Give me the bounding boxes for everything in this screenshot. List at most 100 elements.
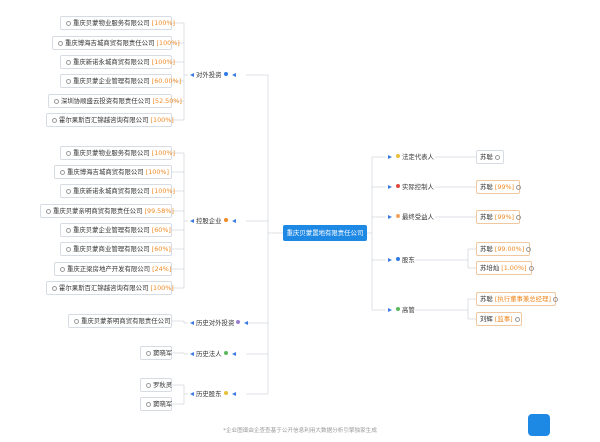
arrow-left-icon bbox=[231, 392, 236, 396]
left-entity-node[interactable]: 霍尔果斯百汇锦越咨询有限公司 [100%] bbox=[46, 113, 174, 127]
left-entity-node[interactable]: 重庆贝蒙商业管理有限公司 [60%] bbox=[60, 242, 172, 256]
expand-circle-icon[interactable] bbox=[66, 60, 71, 65]
category-text: 高管 bbox=[402, 306, 415, 314]
arrow-right-icon bbox=[388, 258, 392, 262]
expand-circle-icon[interactable] bbox=[526, 247, 532, 252]
expand-circle-icon[interactable] bbox=[528, 266, 534, 271]
person-share-value: [监事] bbox=[494, 315, 513, 323]
left-entity-node[interactable]: 霍尔果斯百汇锦越咨询有限公司 [100%] bbox=[46, 281, 174, 295]
arrow-left-icon bbox=[190, 352, 194, 356]
expand-circle-icon[interactable] bbox=[514, 317, 520, 322]
right-category-label[interactable]: 法定代表人 bbox=[386, 152, 434, 162]
expand-circle-icon[interactable] bbox=[66, 79, 71, 84]
right-category-label[interactable]: 高管 bbox=[386, 305, 415, 315]
left-category-label[interactable]: 历史法人 bbox=[188, 349, 238, 359]
left-entity-node[interactable]: 窦晓军 bbox=[140, 346, 172, 360]
expand-circle-icon[interactable] bbox=[74, 319, 79, 324]
expand-circle-icon[interactable] bbox=[66, 151, 71, 156]
entity-share-value: [100%] bbox=[151, 187, 175, 195]
arrow-left-icon bbox=[190, 73, 194, 77]
left-entity-node[interactable]: 重庆博海吉城商贸有限公司 [100%] bbox=[54, 165, 172, 179]
category-dot-icon bbox=[223, 72, 228, 76]
expand-circle-icon[interactable] bbox=[46, 209, 51, 214]
person-name: 苏培灿 bbox=[480, 264, 500, 272]
right-person-node[interactable]: 苏聪 [99%] bbox=[476, 210, 522, 224]
expand-circle-icon[interactable] bbox=[66, 21, 71, 26]
entity-share: [100%] bbox=[150, 187, 175, 195]
right-category-label[interactable]: 股东 bbox=[386, 255, 415, 265]
entity-share-value: [100%] bbox=[151, 58, 175, 66]
left-category-label[interactable]: 控股企业 bbox=[188, 216, 238, 226]
left-entity-node[interactable]: 重庆博海吉城商贸有限责任公司 [100%] bbox=[52, 36, 180, 50]
entity-share-value: [52.50%] bbox=[152, 97, 182, 105]
entity-name: 重庆博海吉城商贸有限责任公司 bbox=[65, 39, 155, 47]
right-person-node[interactable]: 苏聪 [执行董事兼总经理] bbox=[476, 292, 558, 306]
category-dot-icon bbox=[223, 218, 228, 222]
left-entity-node[interactable]: 重庆贝蒙企业管理有限公司 [60%] bbox=[60, 223, 172, 237]
expand-circle-icon[interactable] bbox=[54, 99, 59, 104]
expand-circle-icon[interactable] bbox=[60, 267, 65, 272]
right-category-label[interactable]: 实际控制人 bbox=[386, 182, 434, 192]
arrow-left-icon bbox=[231, 73, 236, 77]
left-entity-node[interactable]: 窦晓军 bbox=[140, 397, 172, 411]
expand-circle-icon[interactable] bbox=[60, 170, 65, 175]
right-person-node[interactable]: 苏聪 [99.00%] bbox=[476, 242, 532, 256]
person-share: [1.00%] bbox=[499, 264, 526, 272]
right-person-node[interactable]: 苏聪 [99%] bbox=[476, 180, 522, 194]
left-entity-node[interactable]: 罗秋灵 bbox=[140, 378, 172, 392]
center-company-node[interactable]: 重庆贝蒙置地有限责任公司 bbox=[283, 225, 367, 241]
left-entity-node[interactable]: 重庆贝蒙物业服务有限公司 [100%] bbox=[60, 146, 175, 160]
right-category-label[interactable]: 最终受益人 bbox=[386, 212, 434, 222]
expand-circle-icon[interactable] bbox=[146, 351, 151, 356]
arrow-left-icon bbox=[190, 321, 194, 325]
entity-share-value: [60%] bbox=[151, 226, 171, 234]
right-person-node[interactable]: 刘辉 [监事] bbox=[476, 312, 522, 326]
expand-circle-icon[interactable] bbox=[58, 41, 63, 46]
person-share-value: [99%] bbox=[494, 183, 515, 191]
left-entity-node[interactable]: 重庆新诺永城商贸有限公司 [100%] bbox=[60, 55, 175, 69]
left-entity-node[interactable]: 重庆贝蒙亲明商贸有限责任公司 [99.58%] bbox=[40, 204, 174, 218]
person-share: [99%] bbox=[493, 213, 514, 221]
floating-action-button[interactable] bbox=[528, 414, 550, 436]
entity-share-value: [60%] bbox=[151, 245, 171, 253]
entity-name: 窦晓军 bbox=[153, 400, 173, 408]
left-entity-node[interactable]: 重庆贝蒙茶明商贸有限责任公司 bbox=[68, 314, 172, 328]
left-category-label[interactable]: 历史股东 bbox=[188, 389, 238, 399]
person-name: 刘辉 bbox=[480, 315, 493, 323]
expand-circle-icon[interactable] bbox=[66, 189, 71, 194]
entity-share: [60%] bbox=[150, 226, 171, 234]
left-category-label[interactable]: 历史对外投资 bbox=[188, 318, 250, 328]
entity-name: 重庆贝蒙物业服务有限公司 bbox=[73, 19, 150, 27]
category-text: 对外投资 bbox=[196, 71, 222, 79]
expand-circle-icon[interactable] bbox=[494, 155, 500, 160]
left-entity-node[interactable]: 重庆新诺永城商贸有限公司 [100%] bbox=[60, 184, 175, 198]
expand-circle-icon[interactable] bbox=[146, 383, 151, 388]
person-share: [监事] bbox=[493, 315, 513, 323]
entity-share-value: [60.00%] bbox=[151, 77, 182, 85]
expand-circle-icon[interactable] bbox=[146, 402, 151, 407]
left-entity-node[interactable]: 重庆贝蒙企业管理有限公司 [60.00%] bbox=[60, 74, 181, 88]
expand-circle-icon[interactable] bbox=[52, 118, 57, 123]
expand-circle-icon[interactable] bbox=[552, 297, 558, 302]
expand-circle-icon[interactable] bbox=[66, 247, 71, 252]
right-person-node[interactable]: 苏培灿 [1.00%] bbox=[476, 261, 534, 275]
entity-share: [60.00%] bbox=[150, 77, 181, 85]
entity-name: 重庆贝蒙企业管理有限公司 bbox=[73, 226, 150, 234]
person-name: 苏聪 bbox=[480, 183, 493, 191]
expand-circle-icon[interactable] bbox=[52, 286, 57, 291]
category-text: 控股企业 bbox=[196, 217, 222, 225]
entity-share: [100%] bbox=[154, 39, 180, 47]
left-entity-node[interactable]: 重庆正梁房地产开发有限公司 [24%] bbox=[54, 262, 172, 276]
expand-circle-icon[interactable] bbox=[66, 228, 71, 233]
expand-circle-icon[interactable] bbox=[516, 185, 522, 190]
left-entity-node[interactable]: 重庆贝蒙物业服务有限公司 [100%] bbox=[60, 16, 175, 30]
entity-name: 霍尔果斯百汇锦越咨询有限公司 bbox=[59, 116, 149, 124]
person-name: 苏聪 bbox=[480, 245, 493, 253]
entity-name: 重庆新诺永城商贸有限公司 bbox=[73, 187, 150, 195]
expand-circle-icon[interactable] bbox=[516, 215, 522, 220]
left-category-label[interactable]: 对外投资 bbox=[188, 70, 238, 80]
left-entity-node[interactable]: 深圳协顺盛云投资有限责任公司 [52.50%] bbox=[48, 94, 182, 108]
right-person-node[interactable]: 苏聪 bbox=[476, 150, 504, 164]
entity-name: 重庆正梁房地产开发有限公司 bbox=[67, 265, 151, 273]
category-dot-icon bbox=[396, 214, 400, 218]
